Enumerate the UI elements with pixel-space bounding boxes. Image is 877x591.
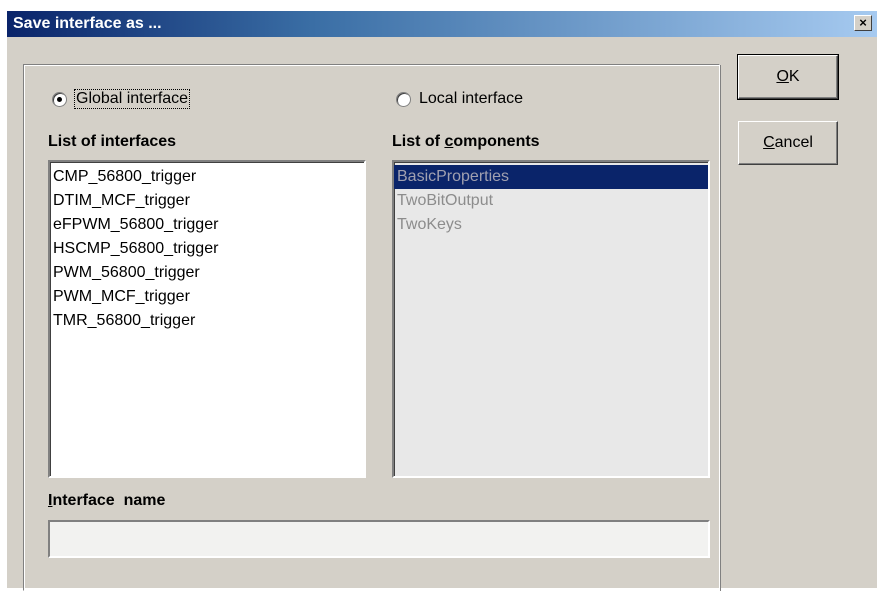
interfaces-label-text: List of interfaces xyxy=(48,133,177,150)
components-listbox[interactable]: BasicProperties TwoBitOutput TwoKeys xyxy=(392,160,710,478)
interface-name-label-rest: nterface name xyxy=(52,492,166,509)
cancel-button[interactable]: Cancel xyxy=(738,121,838,165)
interface-list-item[interactable]: PWM_56800_trigger xyxy=(50,261,364,285)
components-label-accel: c xyxy=(444,133,454,150)
cancel-accel: C xyxy=(763,134,775,151)
local-interface-label: Local interface xyxy=(419,90,524,107)
local-radio-circle[interactable] xyxy=(396,91,411,107)
cancel-label-rest: ancel xyxy=(774,134,813,151)
global-radio-circle[interactable] xyxy=(52,91,67,107)
interfaces-listbox[interactable]: CMP_56800_trigger DTIM_MCF_trigger eFPWM_5… xyxy=(48,160,366,478)
components-list-label: List of components xyxy=(392,133,540,151)
close-button[interactable]: × xyxy=(854,15,872,31)
interface-list-item[interactable]: PWM_MCF_trigger xyxy=(50,285,364,309)
title-bar[interactable]: Save interface as ... × xyxy=(7,11,877,37)
close-icon: × xyxy=(859,15,867,30)
save-interface-dialog: Save interface as ... × Global interface… xyxy=(6,10,877,591)
interface-list-item[interactable]: HSCMP_56800_trigger xyxy=(50,237,364,261)
interface-list-item[interactable]: TMR_56800_trigger xyxy=(50,309,364,333)
component-list-item[interactable]: BasicProperties xyxy=(394,165,708,189)
interface-name-input[interactable] xyxy=(48,520,710,558)
radio-checked-dot xyxy=(57,96,62,102)
components-items: BasicProperties TwoBitOutput TwoKeys xyxy=(394,162,708,237)
interface-list-item[interactable]: CMP_56800_trigger xyxy=(50,165,364,189)
ok-button[interactable]: OK xyxy=(737,54,839,100)
global-interface-label: Global interface xyxy=(73,89,191,109)
options-group: Global interface Local interface List of… xyxy=(23,64,720,591)
components-label-rest: omponents xyxy=(453,133,540,150)
interface-name-label: Interface name xyxy=(48,492,165,510)
dialog-title: Save interface as ... xyxy=(13,15,162,32)
interface-list-item[interactable]: eFPWM_56800_trigger xyxy=(50,213,364,237)
global-interface-radio[interactable]: Global interface xyxy=(52,89,191,109)
components-label-prefix: List of xyxy=(392,133,445,150)
component-list-item[interactable]: TwoBitOutput xyxy=(394,189,708,213)
interfaces-items: CMP_56800_trigger DTIM_MCF_trigger eFPWM_5… xyxy=(50,162,364,333)
interface-list-item[interactable]: DTIM_MCF_trigger xyxy=(50,189,364,213)
local-interface-radio[interactable]: Local interface xyxy=(396,90,523,108)
ok-accel: O xyxy=(776,68,789,85)
ok-label-rest: K xyxy=(788,68,800,85)
component-list-item[interactable]: TwoKeys xyxy=(394,213,708,237)
interfaces-list-label: List of interfaces xyxy=(48,133,176,151)
